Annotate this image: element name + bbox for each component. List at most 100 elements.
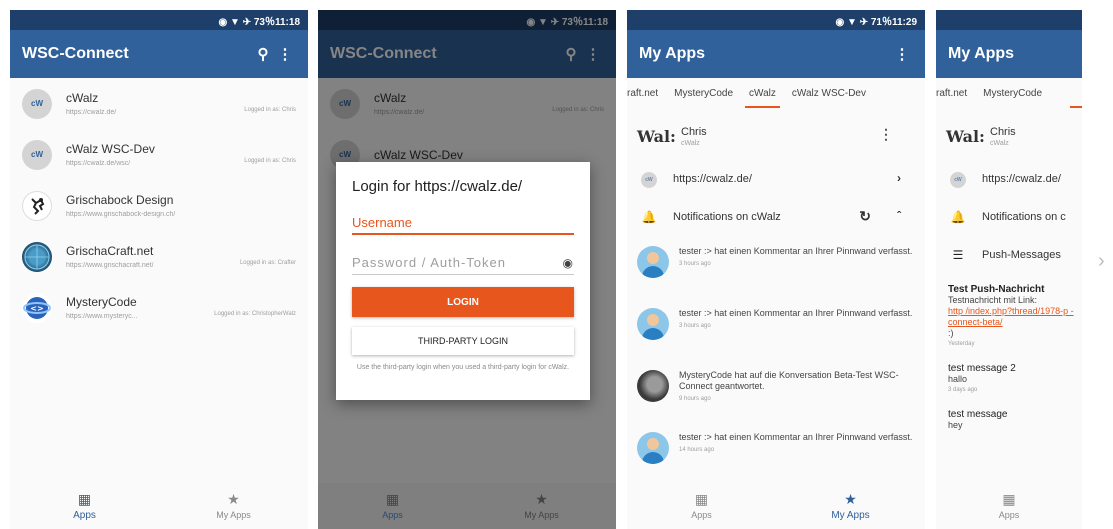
push-title: test message bbox=[948, 409, 1008, 420]
list-item[interactable]: test message hey bbox=[936, 409, 1082, 431]
tab-grischacraft[interactable]: raft.net bbox=[936, 78, 975, 108]
nav-my-apps[interactable]: ★ My Apps bbox=[467, 483, 616, 529]
bottom-nav: ▦ Apps ★ My Apps bbox=[627, 483, 925, 529]
nav-apps[interactable]: ▦ Apps bbox=[936, 483, 1082, 529]
tab-grischacraft[interactable]: raft.net bbox=[627, 78, 666, 108]
nav-my-apps[interactable]: ★ My Apps bbox=[159, 483, 308, 529]
screen-my-apps-push: My Apps raft.net MysteryCode Wal: Chris … bbox=[936, 10, 1082, 529]
push-body: hey bbox=[948, 420, 963, 430]
instance-url: https://www.mysteryc... bbox=[66, 313, 138, 320]
search-icon[interactable]: ⚲ bbox=[252, 45, 274, 63]
push-body: Testnachricht mit Link: bbox=[948, 295, 1038, 305]
list-item[interactable]: <> MysteryCode https://www.mysteryc... L… bbox=[10, 282, 308, 333]
list-item[interactable]: tester :> hat einen Kommentar an Ihrer P… bbox=[627, 236, 925, 298]
chevron-up-icon[interactable]: ˆ bbox=[897, 209, 901, 223]
notifications-header[interactable]: 🔔 Notifications on cWalz ↻ ˆ bbox=[627, 198, 925, 236]
push-time: 3 days ago bbox=[948, 387, 978, 393]
globe-icon bbox=[24, 244, 50, 269]
nav-apps[interactable]: ▦ Apps bbox=[318, 483, 467, 529]
notification-time: 9 hours ago bbox=[679, 396, 711, 402]
instance-url: https://cwalz.de/wsc/ bbox=[66, 160, 131, 167]
login-status: Logged in as: Crafter bbox=[239, 260, 296, 266]
nav-apps-label: Apps bbox=[998, 510, 1020, 520]
push-title: test message 2 bbox=[948, 363, 1016, 374]
push-body: hallo bbox=[948, 374, 968, 384]
instance-name: Grischabock Design bbox=[66, 193, 174, 207]
third-party-login-button[interactable]: THIRD-PARTY LOGIN bbox=[352, 327, 574, 355]
nav-my-apps-label: My Apps bbox=[831, 510, 870, 521]
app-title: My Apps bbox=[948, 45, 1015, 62]
instance-name: MysteryCode bbox=[66, 295, 137, 309]
site-logo: Wal: bbox=[946, 126, 985, 146]
login-status: Logged in as: ChristopherWalz bbox=[214, 311, 296, 317]
tab-cwalz-wsc-dev[interactable]: cWalz WSC-Dev bbox=[784, 78, 874, 108]
list-item[interactable]: tester :> hat einen Kommentar an Ihrer P… bbox=[627, 298, 925, 360]
list-item[interactable]: Grischabock Design https://www.grischabo… bbox=[10, 180, 308, 231]
dialog-title: Login for https://cwalz.de/ bbox=[352, 178, 523, 195]
avatar: <> bbox=[22, 292, 52, 323]
push-body-tail: :) bbox=[948, 328, 954, 338]
list-item[interactable]: MysteryCode hat auf die Konversation Bet… bbox=[627, 360, 925, 422]
more-vert-icon[interactable]: ⋮ bbox=[891, 45, 913, 63]
refresh-icon[interactable]: ↻ bbox=[859, 208, 871, 225]
list-item[interactable]: Test Push-Nachricht Testnachricht mit Li… bbox=[936, 284, 1082, 347]
svg-text:<>: <> bbox=[30, 304, 43, 313]
nav-apps-label: Apps bbox=[382, 510, 403, 520]
site-link-row[interactable]: cW https://cwalz.de/ bbox=[936, 160, 1082, 198]
list-item[interactable]: test message 2 hallo 3 days ago bbox=[936, 363, 1082, 393]
nav-my-apps[interactable]: ★ My Apps bbox=[776, 483, 925, 529]
avatar bbox=[637, 308, 669, 340]
username-field[interactable]: Username bbox=[352, 211, 574, 235]
star-icon: ★ bbox=[227, 491, 240, 507]
password-placeholder: Password / Auth-Token bbox=[352, 255, 506, 270]
nav-my-apps-label: My Apps bbox=[216, 510, 251, 520]
login-status: Logged in as: Chris bbox=[244, 158, 296, 164]
instance-name: cWalz WSC-Dev bbox=[66, 142, 155, 156]
password-field[interactable]: Password / Auth-Token ◉ bbox=[352, 251, 574, 275]
push-time: Yesterday bbox=[948, 341, 975, 347]
more-vert-icon[interactable]: ⋮ bbox=[274, 45, 296, 63]
avatar bbox=[22, 241, 52, 272]
grid-icon: ▦ bbox=[694, 491, 709, 507]
tab-mysterycode[interactable]: MysteryCode bbox=[975, 78, 1050, 108]
star-icon: ★ bbox=[844, 491, 857, 507]
bell-icon: 🔔 bbox=[641, 210, 657, 224]
app-bar: My Apps bbox=[936, 30, 1082, 78]
instance-url: https://cwalz.de/ bbox=[66, 109, 117, 116]
app-title: WSC-Connect bbox=[22, 45, 129, 62]
login-button[interactable]: LOGIN bbox=[352, 287, 574, 317]
notification-time: 3 hours ago bbox=[679, 323, 711, 329]
list-item[interactable]: cW cWalz https://cwalz.de/ Logged in as:… bbox=[10, 78, 308, 129]
push-title: Test Push-Nachricht bbox=[948, 284, 1045, 295]
instance-list: cW cWalz https://cwalz.de/ Logged in as:… bbox=[10, 78, 308, 333]
tab-mysterycode[interactable]: MysteryCode bbox=[666, 78, 741, 108]
list-item[interactable]: cW cWalz WSC-Dev https://cwalz.de/wsc/ L… bbox=[10, 129, 308, 180]
notifications-header[interactable]: 🔔 Notifications on c bbox=[936, 198, 1082, 236]
push-messages-header[interactable]: ☰ Push-Messages bbox=[936, 236, 1082, 274]
screen-my-apps: ◉ ▼ ✈ 71％11:29 My Apps ⋮ raft.net Myster… bbox=[627, 10, 925, 529]
user-name: Chris bbox=[681, 125, 707, 138]
next-screenshot-chevron-icon[interactable]: › bbox=[1098, 250, 1105, 273]
tab-cwalz[interactable]: cWalz bbox=[741, 78, 784, 108]
eye-icon[interactable]: ◉ bbox=[563, 256, 574, 270]
chevron-right-icon: › bbox=[897, 171, 901, 185]
push-link[interactable]: http /index.php?thread/1978-p -connect-b… bbox=[948, 306, 1082, 328]
nav-apps[interactable]: ▦ Apps bbox=[627, 483, 776, 529]
app-bar: WSC-Connect ⚲ ⋮ bbox=[10, 30, 308, 78]
avatar bbox=[637, 246, 669, 278]
nav-apps[interactable]: ▦ Apps bbox=[10, 483, 159, 529]
login-dialog: Login for https://cwalz.de/ Username Pas… bbox=[336, 162, 590, 400]
app-title: My Apps bbox=[639, 45, 706, 62]
user-name: Chris bbox=[990, 125, 1016, 138]
more-vert-icon[interactable]: ⋮ bbox=[879, 126, 893, 143]
list-item[interactable]: GrischaCraft.net https://www.grischacraf… bbox=[10, 231, 308, 282]
grid-icon: ▦ bbox=[77, 491, 92, 507]
list-item[interactable]: tester :> hat einen Kommentar an Ihrer P… bbox=[627, 422, 925, 484]
status-bar: ◉ ▼ ✈ 71％11:29 bbox=[627, 10, 925, 30]
site-link-row[interactable]: cW https://cwalz.de/ › bbox=[627, 160, 925, 198]
notification-time: 14 hours ago bbox=[679, 447, 715, 453]
nav-apps-label: Apps bbox=[691, 510, 712, 520]
site-avatar-icon: cW bbox=[641, 172, 657, 188]
user-site: cWalz bbox=[990, 139, 1009, 147]
push-messages-label: Push-Messages bbox=[982, 249, 1061, 261]
